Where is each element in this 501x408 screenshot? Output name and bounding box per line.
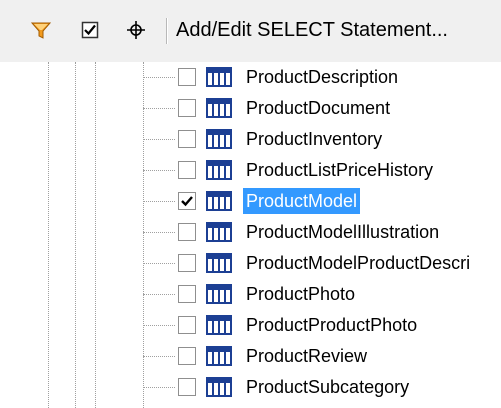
table-icon [206,129,232,154]
add-edit-select-statement-button[interactable]: Add/Edit SELECT Statement... [176,19,448,42]
table-icon [206,98,232,123]
table-checkbox[interactable] [178,130,196,148]
table-checkbox[interactable] [178,254,196,272]
table-checkbox[interactable] [178,285,196,303]
table-icon [206,377,232,402]
table-name-label[interactable]: ProductReview [243,343,370,369]
table-name-label[interactable]: ProductListPriceHistory [243,157,436,183]
table-name-label[interactable]: ProductPhoto [243,281,358,307]
locate-button[interactable] [120,14,152,46]
tree-item[interactable]: ProductDocument [0,93,501,124]
table-name-label[interactable]: ProductInventory [243,126,385,152]
tree-connector-line [143,77,175,78]
tree-connector-line [143,356,175,357]
database-structure-pane: Add/Edit SELECT Statement... ProductDesc… [0,0,501,408]
table-name-label[interactable]: ProductModelIllustration [243,219,442,245]
tree-connector-line [143,263,175,264]
toolbar-separator [166,18,168,44]
tree-connector-line [143,294,175,295]
table-icon [206,284,232,309]
tree-connector-line [143,170,175,171]
table-icon [206,315,232,340]
table-icon [206,253,232,278]
tree-connector-line [143,325,175,326]
table-tree: ProductDescription ProductDocument Product… [0,62,501,408]
tree-connector-line [143,108,175,109]
table-name-label[interactable]: ProductSubcategory [243,374,412,400]
table-name-label[interactable]: ProductModel [243,188,361,214]
table-checkbox[interactable] [178,223,196,241]
checkmark-icon [81,21,99,39]
check-selected-button[interactable] [74,14,106,46]
toolbar: Add/Edit SELECT Statement... [0,0,501,63]
table-icon [206,160,232,185]
table-name-label[interactable]: ProductModelProductDescri [243,250,473,276]
tree-connector-line [143,232,175,233]
tree-item[interactable]: ProductPhoto [0,279,501,310]
table-checkbox[interactable] [178,347,196,365]
filter-button[interactable] [25,14,57,46]
tree-item[interactable]: ProductSubcategory [0,372,501,403]
tree-item[interactable]: ProductDescription [0,62,501,93]
table-icon [206,346,232,371]
tree-item[interactable]: ProductModel [0,186,501,217]
tree-item[interactable]: ProductInventory [0,124,501,155]
table-checkbox[interactable] [178,316,196,334]
table-name-label[interactable]: ProductDocument [243,95,393,121]
table-icon [206,67,232,92]
table-checkbox[interactable] [178,99,196,117]
tree-connector-line [143,387,175,388]
tree-connector-line [143,139,175,140]
table-icon [206,191,232,216]
table-checkbox[interactable] [178,192,196,210]
table-checkbox[interactable] [178,378,196,396]
tree-item[interactable]: ProductReview [0,341,501,372]
checkmark-icon [181,196,193,207]
crosshair-icon [127,21,145,39]
tree-item[interactable]: ProductModelIllustration [0,217,501,248]
tree-connector-line [143,201,175,202]
table-name-label[interactable]: ProductProductPhoto [243,312,420,338]
table-checkbox[interactable] [178,68,196,86]
tree-item[interactable]: ProductProductPhoto [0,310,501,341]
funnel-filter-icon [30,22,52,39]
table-name-label[interactable]: ProductDescription [243,64,401,90]
table-icon [206,222,232,247]
tree-item[interactable]: ProductModelProductDescri [0,248,501,279]
tree-item[interactable]: ProductListPriceHistory [0,155,501,186]
table-checkbox[interactable] [178,161,196,179]
